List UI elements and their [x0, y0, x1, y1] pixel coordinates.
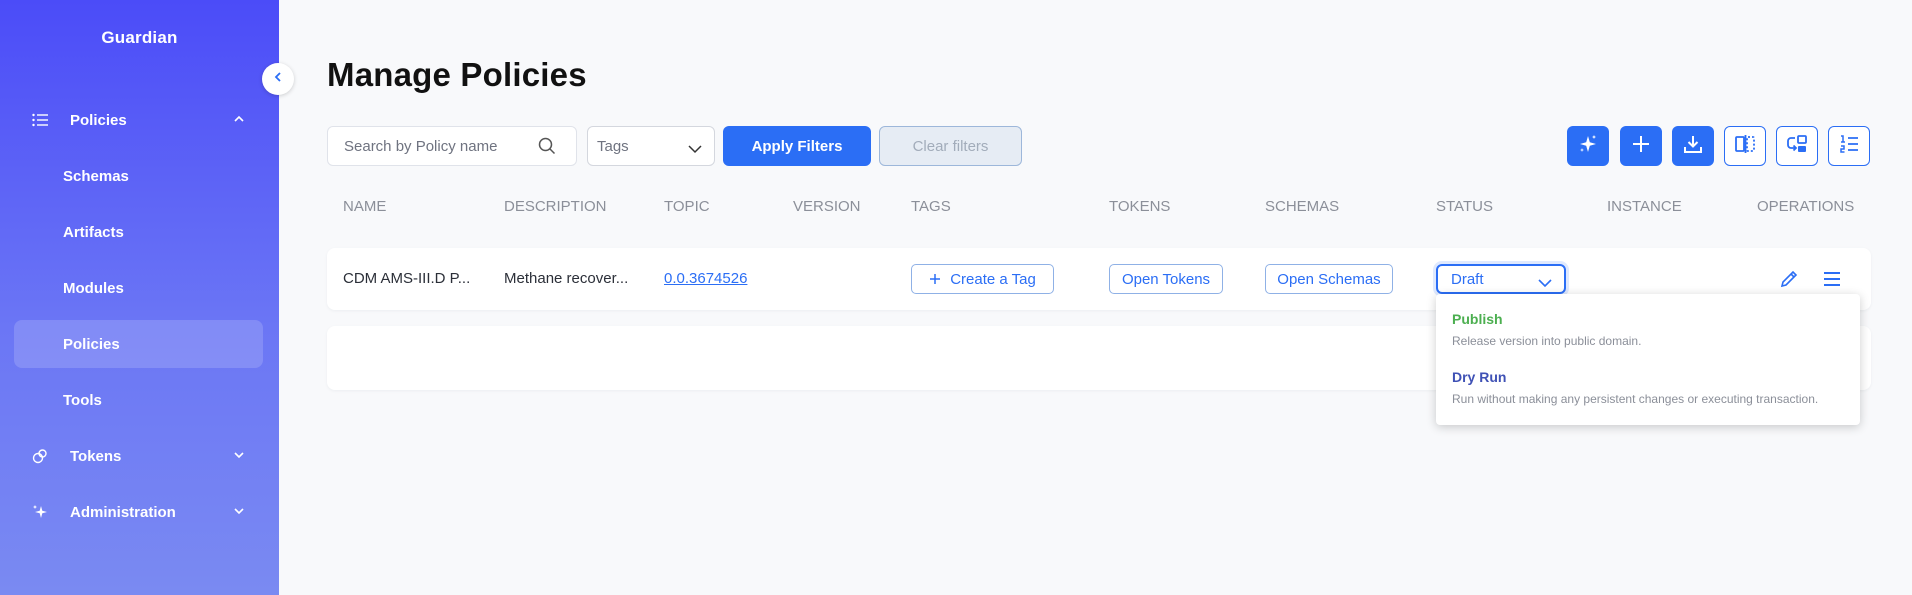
status-option-title: Publish: [1452, 311, 1503, 327]
search-box: [327, 126, 577, 166]
compare-button[interactable]: [1724, 126, 1766, 166]
edit-icon[interactable]: [1777, 267, 1801, 291]
status-option-description: Release version into public domain.: [1452, 334, 1642, 348]
clear-filters-button[interactable]: Clear filters: [879, 126, 1022, 166]
status-option-description: Run without making any persistent change…: [1452, 392, 1819, 406]
column-header-status: STATUS: [1436, 198, 1493, 215]
sidebar-item-tools[interactable]: Tools: [14, 376, 263, 424]
column-header-description: DESCRIPTION: [504, 198, 607, 215]
column-header-topic: TOPIC: [664, 198, 710, 215]
column-header-operations: OPERATIONS: [1757, 198, 1855, 215]
page-title: Manage Policies: [327, 56, 587, 93]
ai-search-button[interactable]: [1567, 126, 1609, 166]
chevron-left-icon: [272, 70, 284, 88]
sidebar-item-label: Tokens: [70, 447, 122, 465]
import-policy-button[interactable]: [1672, 126, 1714, 166]
tags-select[interactable]: Tags: [587, 126, 715, 166]
search-icon[interactable]: [538, 137, 556, 160]
create-tag-button[interactable]: Create a Tag: [911, 264, 1054, 294]
status-option-title: Dry Run: [1452, 369, 1507, 385]
suggestions-button[interactable]: [1828, 126, 1870, 166]
apply-filters-button[interactable]: Apply Filters: [723, 126, 871, 166]
policy-name-cell: CDM AMS-III.D P...: [343, 270, 471, 287]
sidebar-item-policies-group[interactable]: Policies: [14, 96, 263, 144]
column-header-name: NAME: [343, 198, 387, 215]
search-input[interactable]: [344, 137, 534, 155]
compare-icon: [1734, 133, 1756, 160]
sparkle-icon: [30, 502, 50, 522]
table-header: NAME DESCRIPTION TOPIC VERSION TAGS TOKE…: [327, 186, 1871, 230]
ai-sparkle-icon: [1577, 133, 1599, 160]
open-tokens-button[interactable]: Open Tokens: [1109, 264, 1223, 294]
sidebar-item-schemas[interactable]: Schemas: [14, 152, 263, 200]
status-option-publish[interactable]: Publish Release version into public doma…: [1452, 311, 1641, 348]
plus-icon: [929, 273, 941, 285]
policy-description-cell: Methane recover...: [504, 270, 629, 287]
create-policy-button[interactable]: [1620, 126, 1662, 166]
list-icon: [30, 110, 50, 130]
sidebar-item-tokens[interactable]: Tokens: [14, 432, 263, 480]
chevron-up-icon: [233, 112, 245, 129]
sidebar-item-label: Policies: [70, 111, 127, 129]
sidebar-item-artifacts[interactable]: Artifacts: [14, 208, 263, 256]
tags-select-value: Tags: [597, 137, 629, 155]
sidebar: Guardian Policies Schemas Artifacts Modu…: [0, 0, 279, 595]
tokens-icon: [30, 446, 50, 466]
status-dropdown-menu: Publish Release version into public doma…: [1436, 294, 1860, 425]
status-select[interactable]: Draft: [1436, 264, 1566, 294]
policy-topic-link[interactable]: 0.0.3674526: [664, 270, 747, 287]
status-option-dry-run[interactable]: Dry Run Run without making any persisten…: [1452, 369, 1818, 406]
status-select-value: Draft: [1451, 270, 1484, 288]
menu-icon[interactable]: [1820, 267, 1844, 291]
sidebar-item-administration[interactable]: Administration: [14, 488, 263, 536]
chevron-down-icon: [688, 141, 702, 158]
brand-logo[interactable]: Guardian: [0, 28, 279, 48]
column-header-instance: INSTANCE: [1607, 198, 1682, 215]
sidebar-item-policies[interactable]: Policies: [14, 320, 263, 368]
column-header-version: VERSION: [793, 198, 861, 215]
sidebar-collapse-button[interactable]: [262, 63, 294, 95]
import-icon: [1683, 134, 1703, 159]
open-schemas-button[interactable]: Open Schemas: [1265, 264, 1393, 294]
chevron-down-icon: [233, 504, 245, 521]
suggestions-icon: [1838, 133, 1860, 160]
create-tag-label: Create a Tag: [950, 270, 1036, 288]
column-header-schemas: SCHEMAS: [1265, 198, 1340, 215]
chevron-down-icon: [1538, 275, 1552, 292]
migrate-icon: [1786, 133, 1808, 160]
chevron-down-icon: [233, 448, 245, 465]
sidebar-item-label: Administration: [70, 503, 176, 521]
plus-icon: [1631, 134, 1651, 159]
sidebar-item-modules[interactable]: Modules: [14, 264, 263, 312]
column-header-tags: TAGS: [911, 198, 951, 215]
migrate-button[interactable]: [1776, 126, 1818, 166]
column-header-tokens: TOKENS: [1109, 198, 1171, 215]
